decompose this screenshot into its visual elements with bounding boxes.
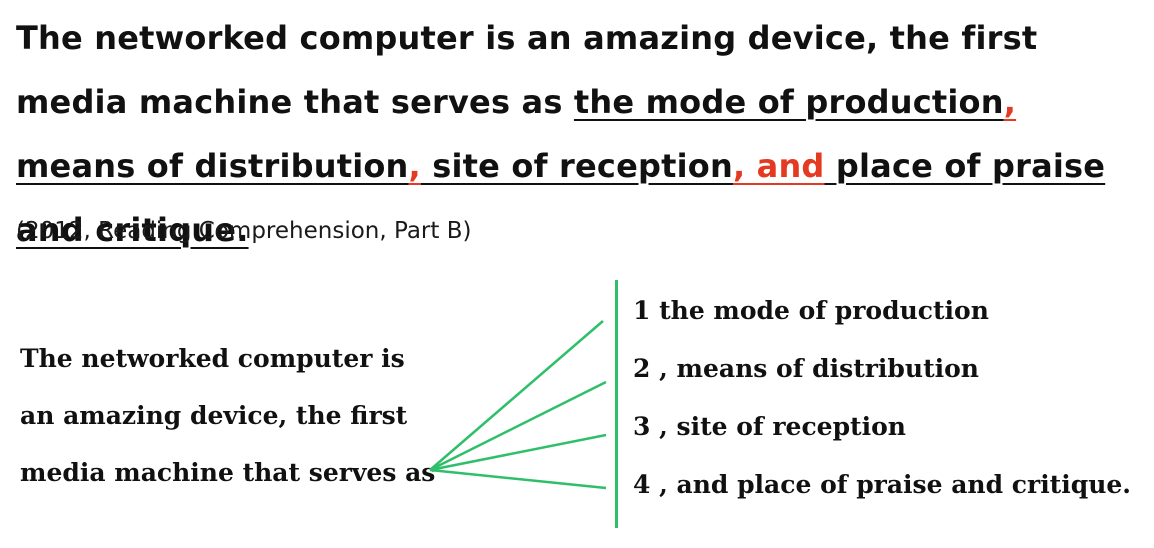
list-item: 2 , means of distribution (633, 354, 979, 383)
branch-line-4 (429, 468, 607, 490)
divider-line (615, 280, 618, 528)
parallel-parts-list: 1 the mode of production 2 , means of di… (633, 290, 1131, 522)
branch-line-3 (429, 433, 607, 472)
list-item: 3 , site of reception (633, 412, 906, 441)
list-item: 4 , and place of praise and critique. (633, 470, 1131, 499)
list-item: 1 the mode of production (633, 296, 989, 325)
